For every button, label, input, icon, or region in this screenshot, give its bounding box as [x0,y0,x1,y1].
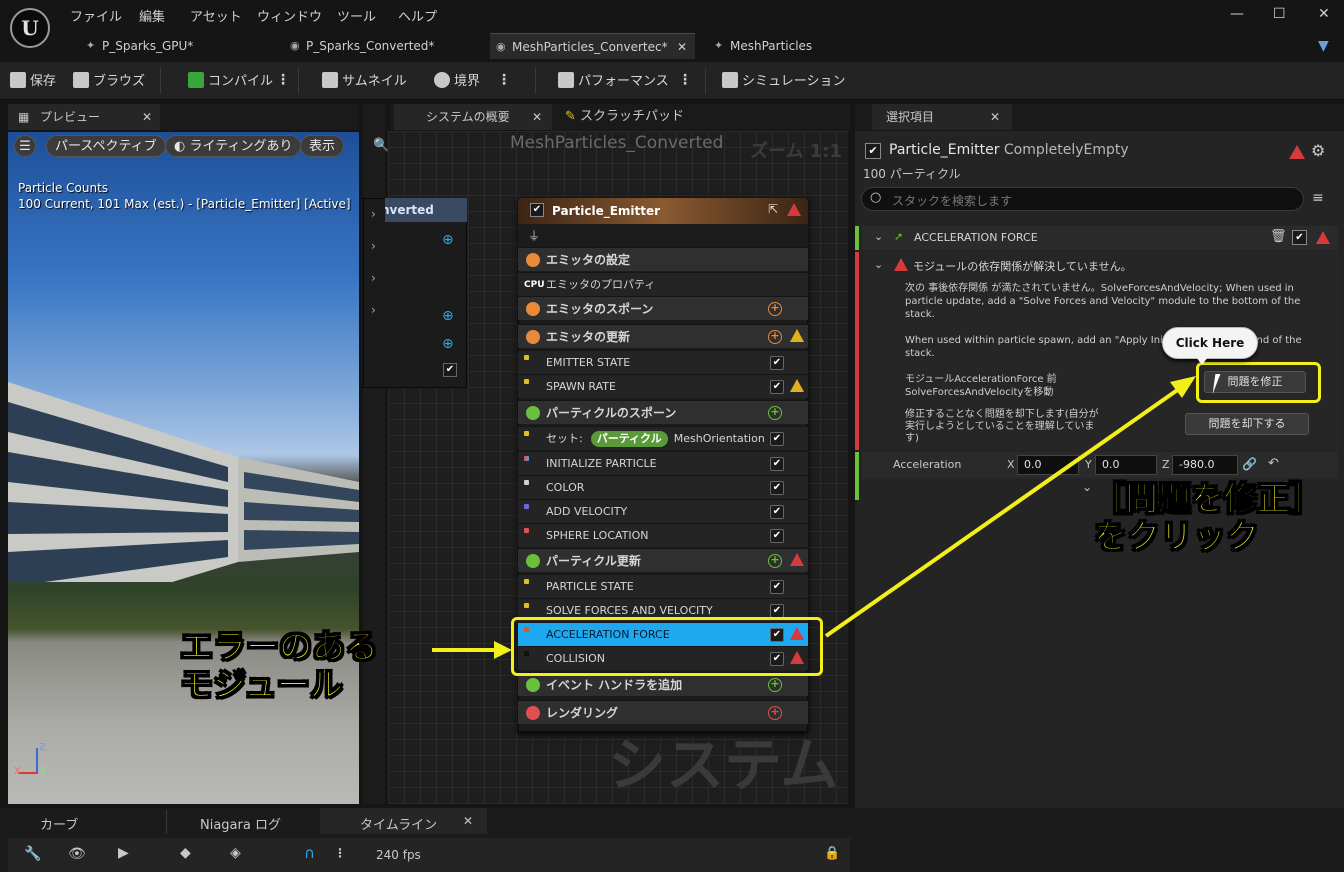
timeline-tab-label: タイムライン [360,818,438,833]
key-add-icon[interactable]: ◈ [230,845,241,861]
callout-fix-line2: をクリック [1094,517,1260,556]
wrench-icon[interactable]: 🔧 [24,846,41,862]
callout-error-line2: モジュール [180,665,344,704]
eye-icon[interactable]: 👁 [68,846,86,862]
timeline-toolbar [8,838,850,872]
tab-curve[interactable]: カーブ [40,814,78,833]
annotation-arrows [432,376,1196,659]
play-icon[interactable]: ▶ [118,845,129,861]
callout-fix-line1: ［問題を修正］ [1092,479,1324,518]
options-icon[interactable]: ⋮ [334,846,346,860]
tab-divider [166,810,167,834]
highlight-error-modules [511,617,823,676]
lock-icon[interactable]: 🔒 [824,846,840,861]
callout-fix: ［問題を修正］ をクリック [1092,479,1324,556]
fps-display[interactable]: 240 fps [376,848,421,862]
snap-magnet-icon[interactable]: ∩ [304,844,315,862]
callout-error-line1: エラーのある [180,627,379,666]
key-icon[interactable]: ◆ [180,845,191,861]
tab-timeline[interactable]: タイムライン ✕ [320,808,487,834]
close-timeline-icon[interactable]: ✕ [463,814,473,828]
callout-error: エラーのある モジュール [180,627,379,704]
tab-niagara-log[interactable]: Niagara ログ [200,814,281,833]
